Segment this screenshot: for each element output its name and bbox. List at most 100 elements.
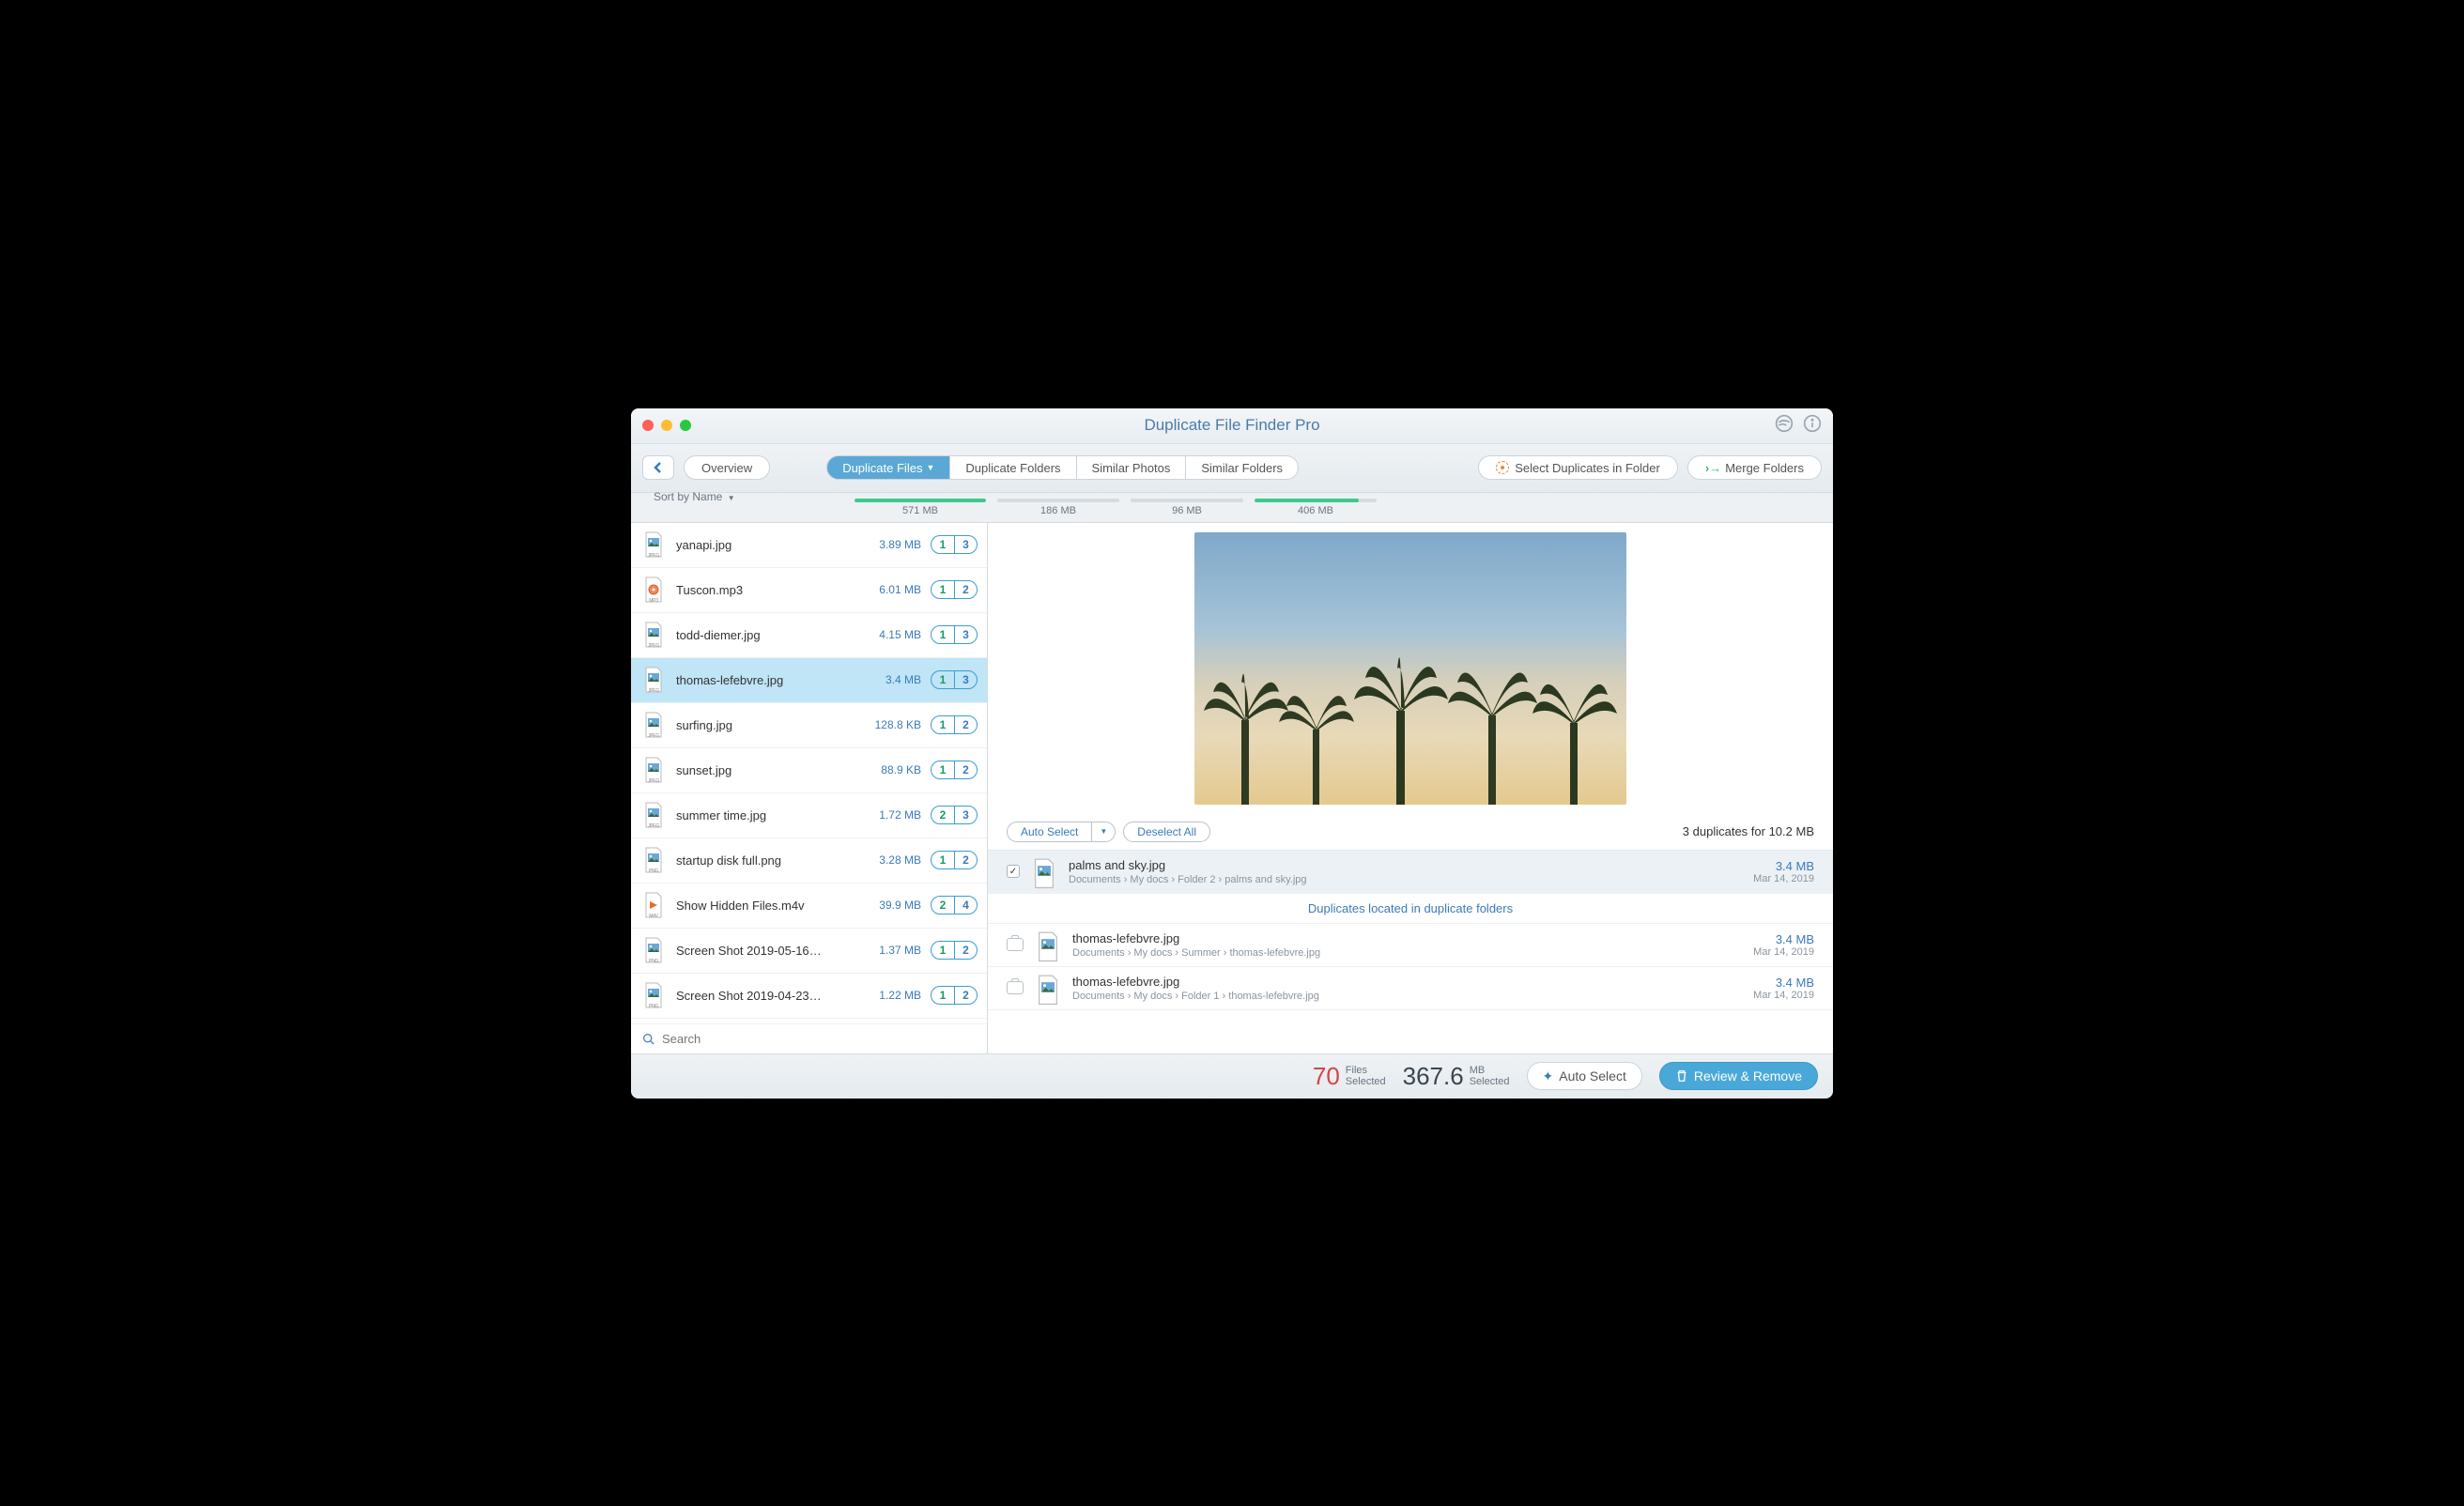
- file-type-icon: M4V: [640, 892, 667, 918]
- duplicate-checkbox[interactable]: [1007, 865, 1020, 878]
- tab-similar-photos[interactable]: Similar Photos: [1077, 455, 1187, 480]
- file-type-icon: JPEG: [640, 712, 667, 738]
- file-row[interactable]: PNGstartup disk full.png3.28 MB12: [631, 838, 987, 884]
- duplicate-list[interactable]: palms and sky.jpgDocuments › My docs › F…: [988, 850, 1833, 1053]
- duplicate-filename: palms and sky.jpg: [1069, 858, 1742, 872]
- camera-icon[interactable]: [1007, 981, 1024, 994]
- window-title: Duplicate File Finder Pro: [631, 416, 1833, 435]
- auto-select-dropdown[interactable]: ▼: [1091, 822, 1116, 842]
- sort-by-label: Sort by Name: [654, 490, 722, 503]
- duplicate-date: Mar 14, 2019: [1753, 873, 1814, 884]
- file-row[interactable]: M4VShow Hidden Files.m4v39.9 MB24: [631, 884, 987, 929]
- file-type-icon: [1035, 931, 1061, 958]
- file-row[interactable]: PNGScreen Shot 2019-04-23…1.22 MB12: [631, 974, 987, 1019]
- app-window: Duplicate File Finder Pro Overview Dupli…: [631, 408, 1833, 1099]
- file-counts: 23: [931, 806, 978, 824]
- tab-duplicate-files[interactable]: Duplicate Files▼: [826, 455, 950, 480]
- detail-panel: Auto Select ▼ Deselect All 3 duplicates …: [988, 523, 1833, 1053]
- tabs-group: Duplicate Files▼Duplicate FoldersSimilar…: [826, 455, 1299, 480]
- file-size: 128.8 KB: [867, 718, 921, 731]
- file-row[interactable]: JPEGthomas-lefebvre.jpg3.4 MB13: [631, 658, 987, 703]
- search-row: [631, 1023, 987, 1053]
- merge-folders-label: Merge Folders: [1725, 461, 1804, 475]
- file-size: 1.22 MB: [867, 989, 921, 1002]
- merge-arrow-icon: ›→: [1705, 461, 1721, 475]
- tab-similar-folders[interactable]: Similar Folders: [1186, 455, 1299, 480]
- search-input[interactable]: [662, 1032, 976, 1046]
- file-counts: 12: [931, 851, 978, 869]
- file-row[interactable]: JPEGsummer time.jpg1.72 MB23: [631, 793, 987, 838]
- close-window-button[interactable]: [642, 420, 654, 431]
- size-bar: 406 MB: [1249, 499, 1382, 516]
- file-counts: 12: [931, 761, 978, 779]
- minimize-window-button[interactable]: [661, 420, 672, 431]
- file-size: 3.4 MB: [867, 673, 921, 686]
- chevron-down-icon: ▼: [728, 494, 735, 502]
- size-bar: 186 MB: [992, 499, 1125, 516]
- file-counts: 12: [931, 941, 978, 960]
- file-counts: 24: [931, 896, 978, 914]
- file-size: 3.28 MB: [867, 853, 921, 867]
- duplicate-size: 3.4 MB: [1753, 932, 1814, 946]
- merge-folders-button[interactable]: ›→ Merge Folders: [1687, 455, 1822, 480]
- duplicate-row[interactable]: palms and sky.jpgDocuments › My docs › F…: [988, 851, 1833, 894]
- file-size: 1.37 MB: [867, 944, 921, 957]
- duplicate-filename: thomas-lefebvre.jpg: [1072, 931, 1742, 945]
- file-size: 88.9 KB: [867, 763, 921, 776]
- file-row[interactable]: JPEGsunset.jpg88.9 KB12: [631, 748, 987, 793]
- auto-select-button[interactable]: Auto Select: [1007, 822, 1091, 842]
- file-row[interactable]: PNG Screen Shot 2019-05-16… 1.37 MB 12: [631, 929, 987, 974]
- duplicate-folders-banner: Duplicates located in duplicate folders: [988, 894, 1833, 924]
- file-name: Show Hidden Files.m4v: [676, 899, 857, 913]
- search-icon: [642, 1033, 654, 1045]
- files-selected-stat: 70 Files Selected: [1313, 1062, 1386, 1091]
- sort-by-dropdown[interactable]: Sort by Name ▼: [654, 490, 735, 503]
- file-name: thomas-lefebvre.jpg: [676, 673, 857, 687]
- tab-duplicate-folders[interactable]: Duplicate Folders: [950, 455, 1076, 480]
- titlebar: Duplicate File Finder Pro: [631, 408, 1833, 444]
- traffic-lights: [631, 420, 691, 431]
- file-name: summer time.jpg: [676, 808, 857, 822]
- files-count: 70: [1313, 1062, 1340, 1091]
- deselect-all-button[interactable]: Deselect All: [1123, 822, 1210, 842]
- back-button[interactable]: [642, 455, 674, 480]
- file-size: 6.01 MB: [867, 583, 921, 596]
- file-row[interactable]: JPEGtodd-diemer.jpg4.15 MB13: [631, 613, 987, 658]
- zoom-window-button[interactable]: [680, 420, 691, 431]
- footer-auto-select-button[interactable]: ✦ Auto Select: [1527, 1062, 1642, 1090]
- select-duplicates-label: Select Duplicates in Folder: [1515, 461, 1660, 475]
- file-row[interactable]: JPEGyanapi.jpg3.89 MB13: [631, 523, 987, 568]
- file-row[interactable]: JPEGsurfing.jpg128.8 KB12: [631, 703, 987, 748]
- file-name: todd-diemer.jpg: [676, 628, 857, 642]
- file-type-icon: PNG: [640, 937, 667, 963]
- file-counts: 12: [931, 986, 978, 1005]
- file-name: startup disk full.png: [676, 853, 857, 868]
- info-icon[interactable]: [1803, 414, 1822, 438]
- review-remove-button[interactable]: Review & Remove: [1659, 1062, 1818, 1090]
- file-type-icon: JPEG: [640, 667, 667, 693]
- duplicate-date: Mar 14, 2019: [1753, 990, 1814, 1001]
- file-row[interactable]: MP3Tuscon.mp36.01 MB12: [631, 568, 987, 613]
- main-content: JPEGyanapi.jpg3.89 MB13MP3Tuscon.mp36.01…: [631, 523, 1833, 1053]
- toolbar: Overview Duplicate Files▼Duplicate Folde…: [631, 444, 1833, 493]
- file-name: Screen Shot 2019-05-16…: [676, 944, 857, 958]
- file-list[interactable]: JPEGyanapi.jpg3.89 MB13MP3Tuscon.mp36.01…: [631, 523, 987, 1023]
- file-type-icon: JPEG: [640, 531, 667, 558]
- rss-icon[interactable]: [1775, 414, 1794, 438]
- sparkle-icon: ✦: [1543, 1068, 1554, 1084]
- file-size: 3.89 MB: [867, 538, 921, 551]
- preview-image: [1194, 532, 1626, 805]
- file-name: Screen Shot 2019-04-23…: [676, 989, 857, 1003]
- file-size: 4.15 MB: [867, 628, 921, 641]
- duplicate-row[interactable]: thomas-lefebvre.jpgDocuments › My docs ›…: [988, 924, 1833, 967]
- mb-selected-stat: 367.6 MB Selected: [1403, 1062, 1510, 1091]
- file-type-icon: JPEG: [640, 622, 667, 648]
- file-size: 1.72 MB: [867, 808, 921, 822]
- camera-icon[interactable]: [1007, 938, 1024, 951]
- overview-button[interactable]: Overview: [684, 455, 770, 480]
- select-duplicates-button[interactable]: Select Duplicates in Folder: [1478, 455, 1678, 480]
- duplicate-size: 3.4 MB: [1753, 976, 1814, 990]
- file-type-icon: [1031, 858, 1057, 884]
- duplicate-row[interactable]: thomas-lefebvre.jpgDocuments › My docs ›…: [988, 967, 1833, 1010]
- size-bar: 571 MB: [849, 499, 992, 516]
